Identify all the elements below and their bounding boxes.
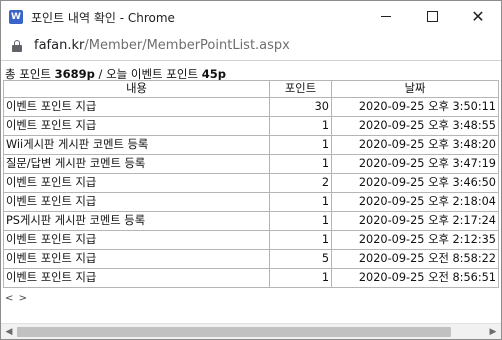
table-row: 이벤트 포인트 지급 1 2020-09-25 오후 2:12:35 (3, 230, 499, 250)
cell-content: 이벤트 포인트 지급 (3, 230, 270, 250)
cell-date: 2020-09-25 오후 3:47:19 (331, 154, 499, 174)
cell-point: 30 (269, 97, 332, 117)
total-points-value: 3689p (54, 67, 95, 81)
table-row: 이벤트 포인트 지급 30 2020-09-25 오후 3:50:11 (3, 97, 499, 117)
cell-point: 1 (269, 211, 332, 231)
address-bar[interactable]: fafan.kr/Member/MemberPointList.aspx (1, 32, 501, 61)
url-path: /Member/MemberPointList.aspx (84, 38, 290, 53)
table-row: 이벤트 포인트 지급 1 2020-09-25 오후 3:48:55 (3, 116, 499, 136)
cell-date: 2020-09-25 오후 3:50:11 (331, 97, 499, 117)
cell-point: 5 (269, 249, 332, 269)
scrollbar-thumb[interactable] (17, 327, 451, 337)
minimize-icon (381, 16, 391, 17)
maximize-button[interactable] (409, 1, 455, 32)
cell-date: 2020-09-25 오후 2:12:35 (331, 230, 499, 250)
cell-date: 2020-09-25 오후 3:46:50 (331, 173, 499, 193)
table-row: 질문/답변 게시판 코멘트 등록 1 2020-09-25 오후 3:47:19 (3, 154, 499, 174)
url-text[interactable]: fafan.kr/Member/MemberPointList.aspx (34, 38, 290, 53)
cell-content: 이벤트 포인트 지급 (3, 116, 270, 136)
horizontal-scrollbar[interactable]: ◀ ▶ (1, 323, 501, 339)
cell-date: 2020-09-25 오후 2:18:04 (331, 192, 499, 212)
scroll-right-arrow-icon[interactable]: ▶ (485, 324, 501, 339)
cell-date: 2020-09-25 오후 2:17:24 (331, 211, 499, 231)
table-row: Wii게시판 게시판 코멘트 등록 1 2020-09-25 오후 3:48:2… (3, 135, 499, 155)
today-event-points-label: 오늘 이벤트 포인트 (106, 67, 199, 81)
cell-content: 이벤트 포인트 지급 (3, 97, 270, 117)
total-points-label: 총 포인트 (5, 67, 51, 81)
window-title: 포인트 내역 확인 - Chrome (31, 11, 175, 25)
cell-date: 2020-09-25 오전 8:56:51 (331, 268, 499, 288)
cell-point: 1 (269, 268, 332, 288)
table-header-row: 내용 포인트 날짜 (3, 80, 499, 98)
close-icon: ✕ (471, 6, 485, 26)
cell-point: 1 (269, 116, 332, 136)
url-host: fafan.kr (34, 38, 85, 53)
header-date: 날짜 (331, 80, 499, 98)
pager: < > (5, 293, 28, 304)
page-content: 총 포인트 3689p / 오늘 이벤트 포인트 45p 내용 포인트 날짜 이… (1, 61, 501, 323)
popup-window: W 포인트 내역 확인 - Chrome ✕ fafan.kr/Member/M… (0, 0, 502, 340)
cell-point: 2 (269, 173, 332, 193)
lock-body (12, 45, 22, 52)
cell-date: 2020-09-25 오전 8:58:22 (331, 249, 499, 269)
cell-content: PS게시판 게시판 코멘트 등록 (3, 211, 270, 231)
cell-point: 1 (269, 135, 332, 155)
cell-content: 이벤트 포인트 지급 (3, 249, 270, 269)
cell-date: 2020-09-25 오후 3:48:20 (331, 135, 499, 155)
point-history-table: 내용 포인트 날짜 이벤트 포인트 지급 30 2020-09-25 오후 3:… (3, 80, 499, 288)
cell-content: 이벤트 포인트 지급 (3, 173, 270, 193)
table-row: PS게시판 게시판 코멘트 등록 1 2020-09-25 오후 2:17:24 (3, 211, 499, 231)
maximize-icon (426, 11, 438, 22)
table-row: 이벤트 포인트 지급 2 2020-09-25 오후 3:46:50 (3, 173, 499, 193)
table-row: 이벤트 포인트 지급 1 2020-09-25 오전 8:56:51 (3, 268, 499, 288)
summary-separator: / (98, 67, 103, 81)
app-icon: W (9, 10, 23, 24)
header-point: 포인트 (269, 80, 332, 98)
pager-next-link[interactable]: > (19, 293, 28, 304)
scroll-left-arrow-icon[interactable]: ◀ (1, 324, 17, 339)
table-row: 이벤트 포인트 지급 5 2020-09-25 오전 8:58:22 (3, 249, 499, 269)
pager-prev-link[interactable]: < (5, 293, 14, 304)
today-event-points-value: 45p (201, 67, 226, 81)
table-row: 이벤트 포인트 지급 1 2020-09-25 오후 2:18:04 (3, 192, 499, 212)
cell-point: 1 (269, 154, 332, 174)
header-content: 내용 (3, 80, 270, 98)
cell-content: 질문/답변 게시판 코멘트 등록 (3, 154, 270, 174)
cell-point: 1 (269, 230, 332, 250)
title-bar[interactable]: W 포인트 내역 확인 - Chrome ✕ (1, 1, 501, 32)
lock-icon[interactable] (12, 40, 22, 52)
close-button[interactable]: ✕ (455, 1, 501, 32)
minimize-button[interactable] (363, 1, 409, 32)
cell-content: Wii게시판 게시판 코멘트 등록 (3, 135, 270, 155)
cell-point: 1 (269, 192, 332, 212)
cell-date: 2020-09-25 오후 3:48:55 (331, 116, 499, 136)
cell-content: 이벤트 포인트 지급 (3, 268, 270, 288)
cell-content: 이벤트 포인트 지급 (3, 192, 270, 212)
